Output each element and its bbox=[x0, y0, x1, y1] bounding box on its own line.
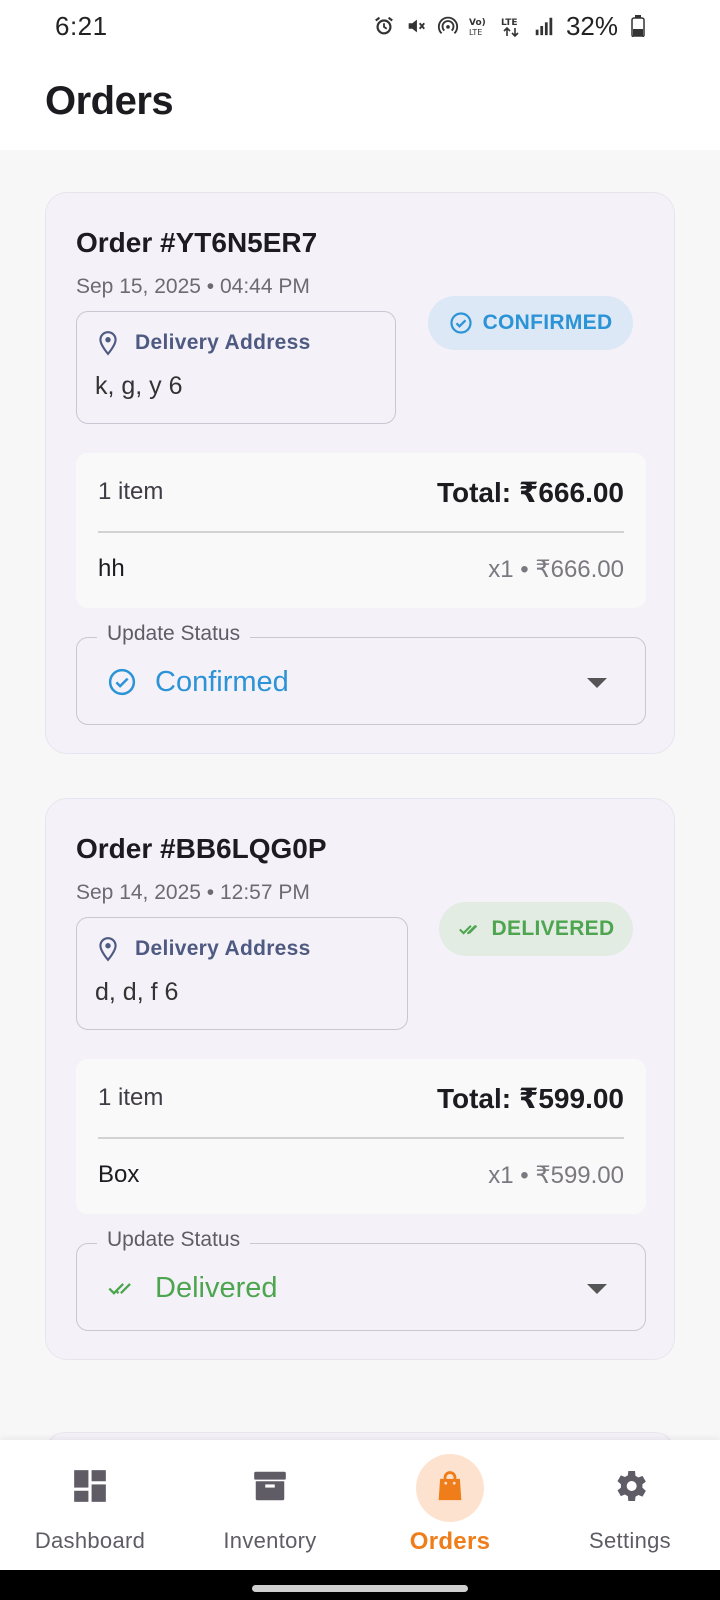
update-status-dropdown[interactable]: Update Status Confirmed bbox=[76, 622, 646, 725]
order-items-box: 1 item Total: ₹599.00 Box x1 • ₹599.00 bbox=[76, 1059, 646, 1214]
status-time: 6:21 bbox=[55, 10, 108, 41]
delivery-address-box: Delivery Address k, g, y 6 bbox=[76, 311, 396, 424]
nav-label: Dashboard bbox=[34, 1528, 146, 1553]
svg-text:LTE: LTE bbox=[501, 18, 518, 28]
item-name: Box bbox=[98, 1161, 140, 1188]
nav-label: Inventory bbox=[223, 1528, 317, 1553]
lte-icon: LTE bbox=[500, 14, 524, 38]
nav-label: Settings bbox=[589, 1528, 671, 1553]
nav-item-inventory[interactable]: Inventory bbox=[180, 1440, 360, 1570]
home-indicator[interactable] bbox=[252, 1585, 468, 1592]
item-count: 1 item bbox=[98, 478, 164, 505]
svg-text:Vo): Vo) bbox=[469, 18, 486, 28]
order-card[interactable]: Order #BB6LQG0P Sep 14, 2025 • 12:57 PM … bbox=[45, 798, 675, 1360]
order-date: Sep 15, 2025 • 04:44 PM bbox=[76, 275, 310, 298]
hotspot-icon bbox=[436, 14, 460, 38]
order-total: Total: ₹666.00 bbox=[436, 476, 624, 508]
nav-label: Orders bbox=[409, 1528, 491, 1555]
location-pin-icon bbox=[95, 936, 121, 962]
mute-icon bbox=[404, 14, 428, 38]
chevron-down-icon[interactable] bbox=[587, 678, 607, 688]
status-bar: 6:21 Vo) LTE LTE 32% bbox=[0, 0, 720, 52]
address-label: Delivery Address bbox=[135, 331, 311, 354]
item-count: 1 item bbox=[98, 1084, 164, 1111]
app-bar: Orders bbox=[0, 52, 720, 150]
order-id: Order #BB6LQG0P bbox=[76, 833, 327, 864]
double-check-icon bbox=[458, 917, 482, 941]
status-badge-label: CONFIRMED bbox=[482, 311, 613, 334]
double-check-icon bbox=[107, 1273, 137, 1303]
status-icons: Vo) LTE LTE 32% bbox=[372, 11, 650, 42]
system-navigation-bar bbox=[0, 1570, 720, 1600]
signal-icon bbox=[532, 14, 556, 38]
check-circle-icon bbox=[107, 667, 137, 697]
item-meta: x1 • ₹666.00 bbox=[488, 555, 624, 583]
order-items-box: 1 item Total: ₹666.00 hh x1 • ₹666.00 bbox=[76, 453, 646, 608]
update-status-dropdown[interactable]: Update Status Delivered bbox=[76, 1228, 646, 1331]
delivery-address-box: Delivery Address d, d, f 6 bbox=[76, 917, 408, 1030]
check-circle-icon bbox=[449, 311, 473, 335]
status-badge-label: DELIVERED bbox=[491, 917, 615, 940]
order-total: Total: ₹599.00 bbox=[436, 1082, 624, 1114]
chevron-down-icon[interactable] bbox=[587, 1284, 607, 1294]
item-name: hh bbox=[98, 555, 125, 582]
inventory-icon bbox=[251, 1467, 289, 1510]
svg-text:LTE: LTE bbox=[469, 28, 482, 37]
orders-list[interactable]: Order #YT6N5ER7 Sep 15, 2025 • 04:44 PM … bbox=[0, 150, 720, 1440]
list-item: Box x1 • ₹599.00 bbox=[98, 1139, 624, 1211]
bottom-navigation: Dashboard Inventory Orders Settings bbox=[0, 1440, 720, 1570]
dashboard-icon bbox=[71, 1467, 109, 1510]
item-meta: x1 • ₹599.00 bbox=[488, 1161, 624, 1189]
update-status-value: Confirmed bbox=[155, 665, 289, 698]
update-status-value: Delivered bbox=[155, 1271, 278, 1304]
nav-item-settings[interactable]: Settings bbox=[540, 1440, 720, 1570]
shopping-bag-icon bbox=[433, 1468, 467, 1509]
nav-item-orders[interactable]: Orders bbox=[360, 1440, 540, 1570]
alarm-icon bbox=[372, 14, 396, 38]
status-badge: CONFIRMED bbox=[428, 296, 633, 350]
order-id: Order #YT6N5ER7 bbox=[76, 227, 318, 258]
order-card[interactable]: Order #YT6N5ER7 Sep 15, 2025 • 04:44 PM … bbox=[45, 192, 675, 754]
gear-icon bbox=[610, 1466, 650, 1511]
order-card-partial[interactable] bbox=[45, 1432, 675, 1440]
address-label: Delivery Address bbox=[135, 937, 311, 960]
status-badge: DELIVERED bbox=[439, 902, 633, 956]
page-title: Orders bbox=[45, 78, 174, 123]
battery-icon bbox=[626, 14, 650, 38]
volte-icon: Vo) LTE bbox=[468, 14, 492, 38]
address-value: k, g, y 6 bbox=[95, 372, 183, 400]
nav-item-dashboard[interactable]: Dashboard bbox=[0, 1440, 180, 1570]
battery-percent: 32% bbox=[565, 10, 618, 41]
list-item: hh x1 • ₹666.00 bbox=[98, 533, 624, 605]
address-value: d, d, f 6 bbox=[95, 978, 179, 1006]
order-date: Sep 14, 2025 • 12:57 PM bbox=[76, 881, 310, 904]
location-pin-icon bbox=[95, 330, 121, 356]
